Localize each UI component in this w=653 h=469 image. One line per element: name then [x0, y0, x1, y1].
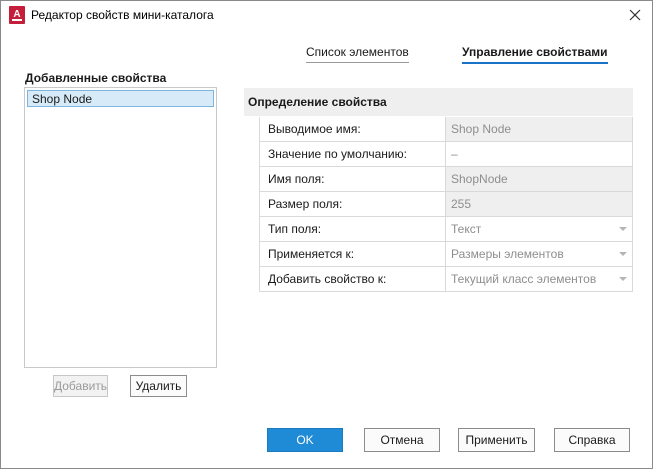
tab-element-list[interactable]: Список элементов [306, 45, 409, 63]
list-item[interactable]: Shop Node [27, 90, 214, 107]
chevron-down-icon [619, 252, 627, 256]
property-label: Размер поля: [259, 192, 446, 216]
property-label: Применяется к: [259, 242, 446, 266]
close-button[interactable] [618, 1, 652, 29]
window-title: Редактор свойств мини-каталога [31, 8, 214, 22]
property-label: Значение по умолчанию: [259, 142, 446, 166]
add-button[interactable]: Добавить [53, 375, 108, 397]
dropdown-value: Текст [451, 222, 482, 236]
add-property-to-dropdown[interactable]: Текущий класс элементов [446, 267, 633, 291]
property-row: Размер поля: 255 [259, 192, 633, 217]
dropdown-value: Текущий класс элементов [451, 272, 597, 286]
ok-button[interactable]: OK [267, 428, 343, 452]
property-label: Имя поля: [259, 167, 446, 191]
property-row: Добавить свойство к: Текущий класс элеме… [259, 267, 633, 292]
property-grid: Выводимое имя: Shop Node Значение по умо… [259, 117, 633, 292]
definition-header: Определение свойства [244, 88, 633, 116]
field-name-field[interactable]: ShopNode [446, 167, 633, 191]
added-properties-label: Добавленные свойства [25, 71, 167, 85]
default-value-field[interactable]: – [446, 142, 633, 166]
property-label: Выводимое имя: [259, 117, 446, 141]
close-icon [629, 9, 641, 21]
title-bar: A Редактор свойств мини-каталога [1, 1, 652, 29]
property-row: Применяется к: Размеры элементов [259, 242, 633, 267]
applies-to-dropdown[interactable]: Размеры элементов [446, 242, 633, 266]
property-row: Имя поля: ShopNode [259, 167, 633, 192]
tab-bar: Список элементов Управление свойствами [1, 45, 652, 67]
dialog-window: A Редактор свойств мини-каталога Список … [0, 0, 653, 469]
property-label: Добавить свойство к: [259, 267, 446, 291]
added-properties-list[interactable]: Shop Node [24, 87, 217, 368]
app-icon-letter: A [13, 9, 20, 20]
property-row: Выводимое имя: Shop Node [259, 117, 633, 142]
apply-button[interactable]: Применить [458, 428, 535, 452]
property-row: Тип поля: Текст [259, 217, 633, 242]
chevron-down-icon [619, 227, 627, 231]
field-size-field[interactable]: 255 [446, 192, 633, 216]
help-button[interactable]: Справка [554, 428, 630, 452]
property-row: Значение по умолчанию: – [259, 142, 633, 167]
dropdown-value: Размеры элементов [451, 247, 564, 261]
property-label: Тип поля: [259, 217, 446, 241]
delete-button[interactable]: Удалить [130, 375, 187, 397]
display-name-field[interactable]: Shop Node [446, 117, 633, 141]
tab-manage-properties[interactable]: Управление свойствами [462, 45, 608, 64]
chevron-down-icon [619, 277, 627, 281]
field-type-dropdown[interactable]: Текст [446, 217, 633, 241]
cancel-button[interactable]: Отмена [364, 428, 440, 452]
autocad-app-icon: A [9, 6, 25, 24]
